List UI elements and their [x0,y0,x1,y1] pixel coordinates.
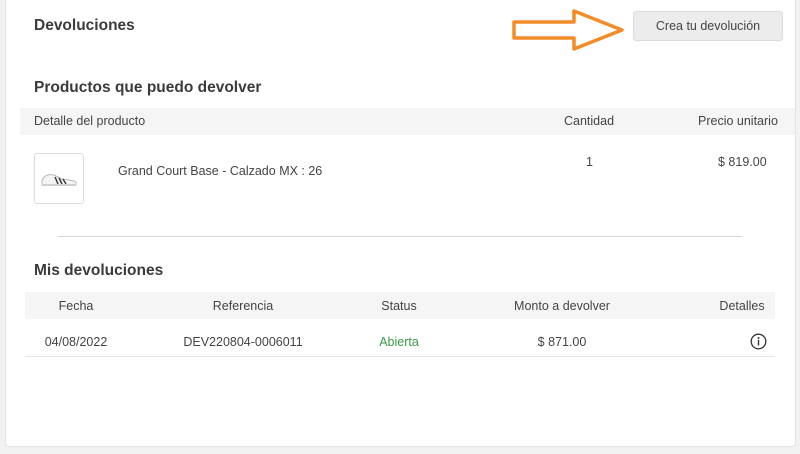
returns-card: Devoluciones Crea tu devolución Producto… [5,0,796,447]
column-header-status: Status [381,299,417,313]
returns-table-header: Fecha Referencia Status Monto a devolver… [25,292,775,319]
page-title: Devoluciones [34,17,135,34]
product-thumbnail [34,153,84,204]
column-header-detail: Detalle del producto [34,114,146,128]
column-header-quantity: Cantidad [564,114,615,128]
column-header-details: Detalles [719,299,765,313]
product-quantity: 1 [586,155,593,169]
products-section-title: Productos que puedo devolver [34,79,262,96]
column-header-amount: Monto a devolver [514,299,610,313]
sneaker-icon [41,174,77,186]
section-divider [58,236,742,237]
info-icon[interactable] [750,333,767,350]
column-header-unit-price: Precio unitario [698,114,778,128]
table-row: 04/08/2022 DEV220804-0006011 Abierta $ 8… [25,328,775,357]
product-name: Grand Court Base - Calzado MX : 26 [118,164,323,178]
column-header-reference: Referencia [212,299,274,313]
return-reference: DEV220804-0006011 [183,335,303,349]
return-amount: $ 871.00 [537,335,587,349]
status-badge: Abierta [379,335,419,349]
column-header-date: Fecha [58,299,94,313]
create-return-button[interactable]: Crea tu devolución [633,11,783,41]
arrow-right-icon [512,9,624,51]
product-unit-price: $ 819.00 [718,155,767,169]
returns-section-title: Mis devoluciones [34,262,164,279]
products-table-header: Detalle del producto Cantidad Precio uni… [20,108,795,135]
return-date: 04/08/2022 [44,335,108,349]
